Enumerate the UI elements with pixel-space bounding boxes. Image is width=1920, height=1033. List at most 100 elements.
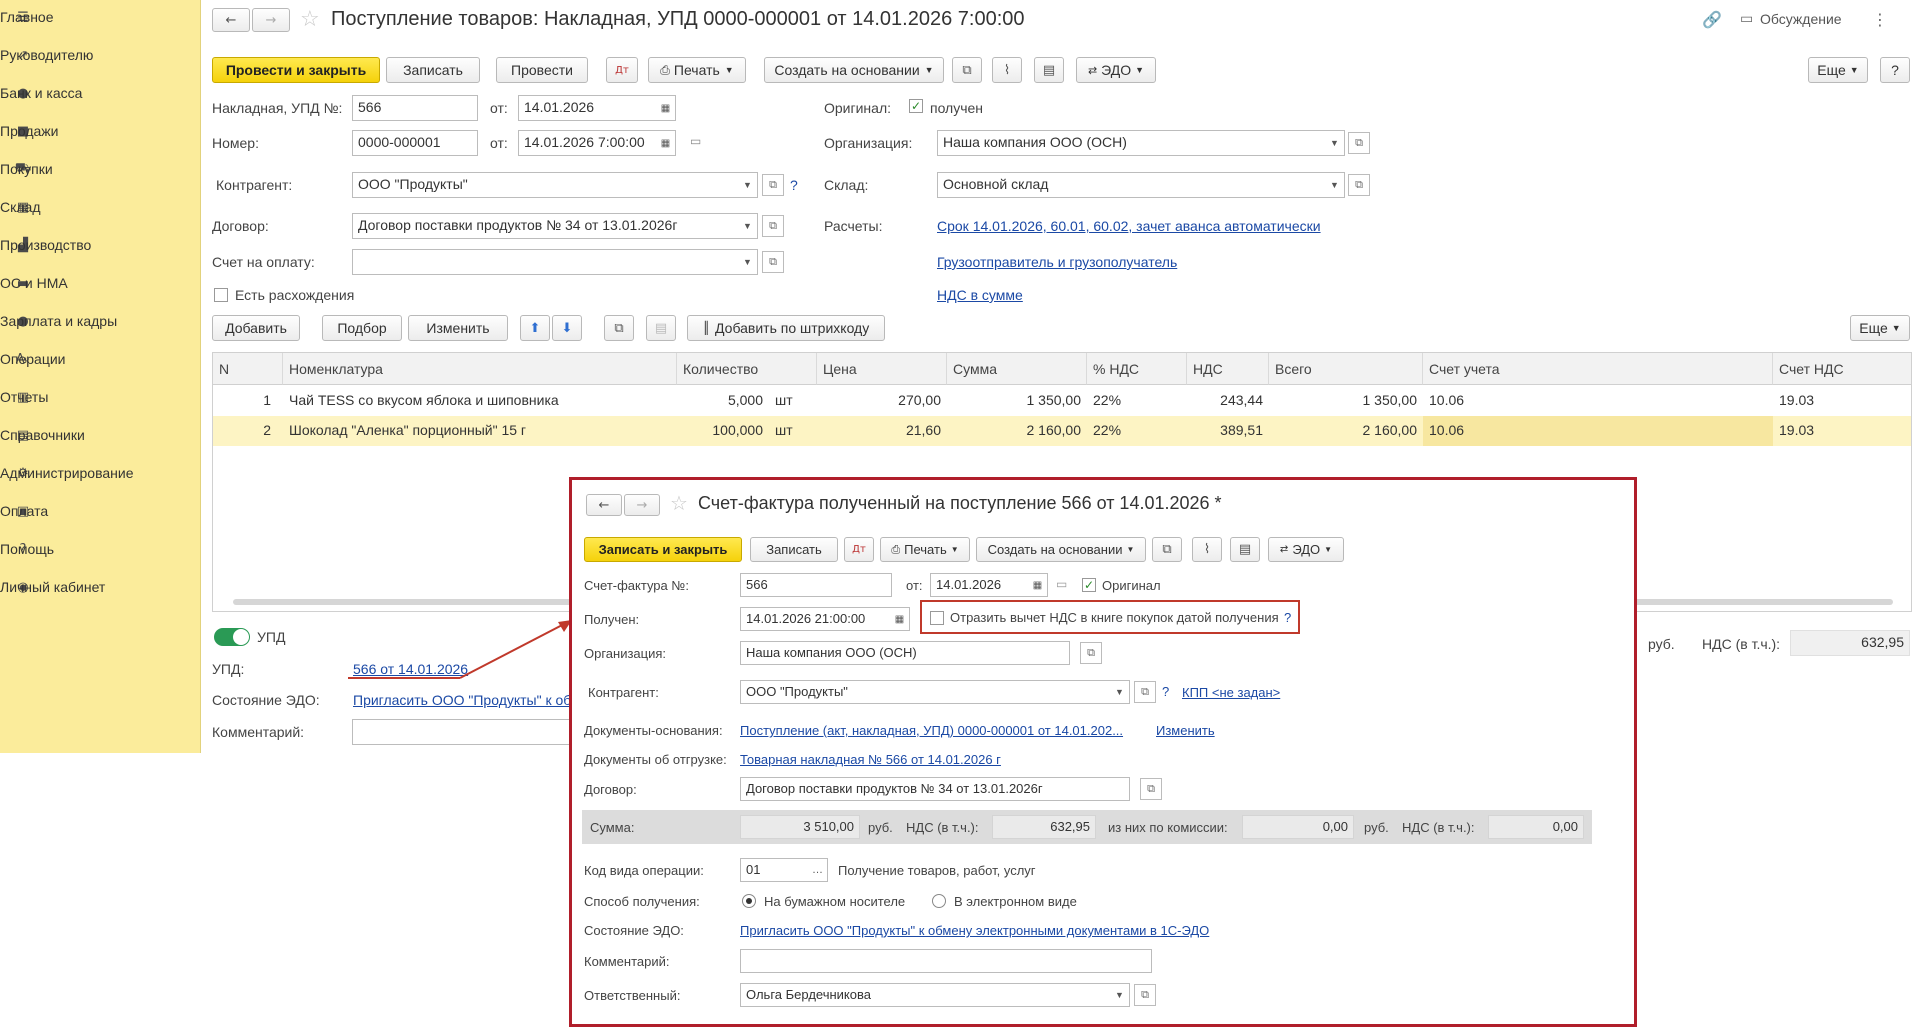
- sidebar-item-bank[interactable]: ● Банк и касса: [0, 74, 200, 112]
- electronic-radio[interactable]: [932, 894, 946, 908]
- shipper-link[interactable]: Грузоотправитель и грузополучатель: [937, 254, 1177, 270]
- vat-link[interactable]: НДС в сумме: [937, 287, 1023, 303]
- number-date-input[interactable]: 14.01.2026 7:00:00: [518, 130, 658, 156]
- change-link[interactable]: Изменить: [1156, 723, 1215, 738]
- save-button[interactable]: Записать: [386, 57, 480, 83]
- post-close-button[interactable]: Провести и закрыть: [212, 57, 380, 83]
- question-icon[interactable]: ?: [1162, 684, 1169, 699]
- column-header[interactable]: Сумма: [947, 353, 1087, 385]
- edit-icon[interactable]: ▭: [1056, 577, 1067, 591]
- counterparty-input[interactable]: ООО "Продукты": [352, 172, 740, 198]
- table-row[interactable]: 1 Чай TESS со вкусом яблока и шиповника …: [213, 386, 1911, 416]
- dialog-edo-button[interactable]: ⇄ ЭДО ▼: [1268, 537, 1344, 562]
- deduct-checkbox[interactable]: [930, 611, 944, 625]
- dialog-edo-link[interactable]: Пригласить ООО "Продукты" к обмену элект…: [740, 923, 1209, 938]
- table-more-button[interactable]: Еще ▼: [1850, 315, 1910, 341]
- org-input[interactable]: Наша компания ООО (ОСН): [937, 130, 1327, 156]
- sidebar-item-fixed-assets[interactable]: ▬ ОС и НМА: [0, 264, 200, 302]
- more-vertical-icon[interactable]: ⋮: [1872, 10, 1888, 29]
- discrepancy-checkbox[interactable]: [214, 288, 228, 302]
- sidebar-item-payment[interactable]: ▣ Оплата: [0, 492, 200, 530]
- dialog-contract-input[interactable]: Договор поставки продуктов № 34 от 13.01…: [740, 777, 1130, 801]
- attachment-icon[interactable]: ⌇: [992, 57, 1022, 83]
- shipping-docs-link[interactable]: Товарная накладная № 566 от 14.01.2026 г: [740, 752, 1001, 767]
- document-icon[interactable]: ▤: [1034, 57, 1064, 83]
- move-down-icon[interactable]: ⬇: [552, 315, 582, 341]
- number-input[interactable]: 0000-000001: [352, 130, 478, 156]
- open-icon[interactable]: ⧉: [1080, 642, 1102, 664]
- column-header[interactable]: НДС: [1187, 353, 1269, 385]
- dialog-comment-input[interactable]: [740, 949, 1152, 973]
- open-icon[interactable]: ⧉: [762, 215, 784, 237]
- dialog-create-based-button[interactable]: Создать на основании ▼: [976, 537, 1146, 562]
- copy-icon[interactable]: ⧉: [604, 315, 634, 341]
- open-icon[interactable]: ⧉: [1134, 681, 1156, 703]
- chevron-down-icon[interactable]: ▼: [1325, 130, 1345, 156]
- chevron-down-icon[interactable]: ▼: [738, 213, 758, 239]
- save-close-button[interactable]: Записать и закрыть: [584, 537, 742, 562]
- discussion-button[interactable]: Обсуждение: [1760, 11, 1842, 27]
- dialog-invoice-date-input[interactable]: 14.01.2026: [930, 573, 1030, 597]
- dialog-org-input[interactable]: Наша компания ООО (ОСН): [740, 641, 1070, 665]
- edo-button[interactable]: ⇄ ЭДО ▼: [1076, 57, 1156, 83]
- back-button[interactable]: ←: [586, 494, 622, 516]
- structure-icon[interactable]: ⧉: [952, 57, 982, 83]
- open-icon[interactable]: ⧉: [762, 174, 784, 196]
- create-based-button[interactable]: Создать на основании ▼: [764, 57, 944, 83]
- document-icon[interactable]: ▤: [1230, 537, 1260, 562]
- forward-button[interactable]: →: [252, 8, 290, 32]
- column-header[interactable]: Всего: [1269, 353, 1423, 385]
- column-header[interactable]: Счет НДС: [1773, 353, 1911, 385]
- table-row-selected[interactable]: 2 Шоколад "Аленка" порционный" 15 г 100,…: [213, 416, 1911, 446]
- edit-number-icon[interactable]: ▭: [690, 134, 701, 148]
- dt-kt-icon[interactable]: Дт: [844, 537, 874, 562]
- favorite-star-icon[interactable]: ☆: [300, 7, 320, 32]
- comment-input[interactable]: [352, 719, 572, 745]
- original-checkbox[interactable]: ✓: [909, 99, 923, 113]
- open-icon[interactable]: ⧉: [1348, 132, 1370, 154]
- sidebar-item-help[interactable]: ? Помощь: [0, 530, 200, 568]
- column-header[interactable]: % НДС: [1087, 353, 1187, 385]
- back-button[interactable]: ←: [212, 8, 250, 32]
- favorite-star-icon[interactable]: ☆: [670, 491, 688, 515]
- chevron-down-icon[interactable]: ▼: [1110, 983, 1130, 1007]
- column-header[interactable]: Количество: [677, 353, 817, 385]
- paper-radio[interactable]: [742, 894, 756, 908]
- sidebar-item-main[interactable]: ☰ Главное: [0, 0, 200, 36]
- attachment-icon[interactable]: ⌇: [1192, 537, 1222, 562]
- calendar-icon[interactable]: ▦: [1028, 573, 1048, 597]
- paste-icon[interactable]: ▤: [646, 315, 676, 341]
- settlements-link[interactable]: Срок 14.01.2026, 60.01, 60.02, зачет ава…: [937, 218, 1321, 234]
- sidebar-item-warehouse[interactable]: ▦ Склад: [0, 188, 200, 226]
- sidebar-item-directories[interactable]: ▤ Справочники: [0, 416, 200, 454]
- dialog-invoice-input[interactable]: 566: [740, 573, 892, 597]
- chevron-down-icon[interactable]: ▼: [1325, 172, 1345, 198]
- warehouse-input[interactable]: Основной склад: [937, 172, 1327, 198]
- question-icon[interactable]: ?: [1284, 610, 1291, 625]
- edo-invite-link[interactable]: Пригласить ООО "Продукты" к об: [353, 692, 571, 708]
- sidebar-item-admin[interactable]: ⚙ Администрирование: [0, 454, 200, 492]
- select-button[interactable]: Подбор: [322, 315, 402, 341]
- responsible-input[interactable]: Ольга Бердечникова: [740, 983, 1112, 1007]
- column-header[interactable]: Номенклатура: [283, 353, 677, 385]
- question-icon[interactable]: ?: [790, 177, 798, 193]
- dt-kt-icon[interactable]: Дт: [606, 57, 638, 83]
- sidebar-item-account[interactable]: ◉ Личный кабинет: [0, 568, 200, 606]
- invoice-number-input[interactable]: 566: [352, 95, 478, 121]
- structure-icon[interactable]: ⧉: [1152, 537, 1182, 562]
- move-up-icon[interactable]: ⬆: [520, 315, 550, 341]
- link-icon[interactable]: 🔗: [1702, 10, 1722, 29]
- dialog-save-button[interactable]: Записать: [750, 537, 838, 562]
- column-header[interactable]: Счет учета: [1423, 353, 1773, 385]
- sidebar-item-operations[interactable]: Aₖ Операции: [0, 340, 200, 378]
- dialog-original-checkbox[interactable]: ✓: [1082, 578, 1096, 592]
- dialog-print-button[interactable]: ⎙ Печать ▼: [880, 537, 970, 562]
- sidebar-item-salary[interactable]: ● Зарплата и кадры: [0, 302, 200, 340]
- kpp-link[interactable]: КПП <не задан>: [1182, 685, 1280, 700]
- open-icon[interactable]: ⧉: [1134, 984, 1156, 1006]
- sidebar-item-reports[interactable]: ▥ Отчеты: [0, 378, 200, 416]
- barcode-button[interactable]: ║ Добавить по штрихкоду: [687, 315, 885, 341]
- open-icon[interactable]: ⧉: [762, 251, 784, 273]
- chevron-down-icon[interactable]: ▼: [738, 172, 758, 198]
- change-button[interactable]: Изменить: [408, 315, 508, 341]
